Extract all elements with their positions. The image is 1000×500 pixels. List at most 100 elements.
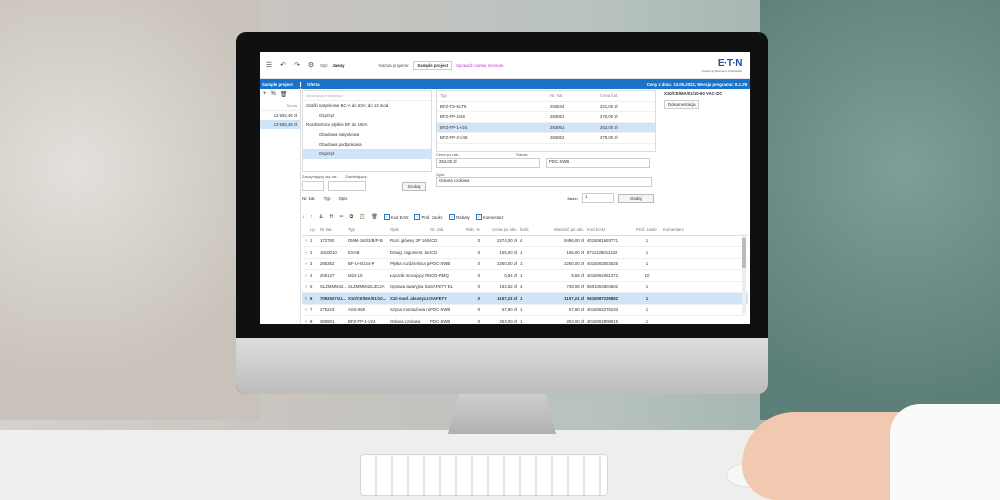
table-cell[interactable]: 1 bbox=[520, 261, 544, 266]
delete-row-icon[interactable]: × bbox=[302, 307, 310, 312]
checkbox-icon: ✓ bbox=[475, 214, 482, 220]
move-up-icon[interactable]: ↑ bbox=[311, 214, 314, 220]
tree-item[interactable]: Szafki natynkowe BC-A do 63A; do 13 mod. bbox=[303, 101, 431, 111]
cell: 293634 bbox=[550, 103, 565, 109]
table-row[interactable]: × 6 70925071U... X10/CE/MA/01/10... X10 mod.… bbox=[302, 293, 748, 305]
sleeve bbox=[890, 404, 1000, 500]
move-bottom-icon[interactable]: ⇊ bbox=[319, 214, 323, 220]
table-cell: 1 bbox=[645, 284, 649, 290]
qty-label: Ilość: bbox=[567, 195, 578, 201]
table-row[interactable]: ×4 206137 M22-L5 Łącznik mocujący RMQ-t...I… bbox=[302, 270, 748, 282]
product-row[interactable]: BFZ-FP-1+/24 283061 253,00 zł bbox=[437, 122, 655, 133]
table-row[interactable]: ×2 1810010 ESAB Dzwig. ragument. bezp. t...… bbox=[302, 247, 748, 259]
table-cell: 1 bbox=[645, 295, 649, 301]
delete-row-icon[interactable]: × bbox=[302, 319, 310, 324]
table-cell: 1 bbox=[645, 238, 649, 244]
tree-item[interactable]: Obudowa natynkowa bbox=[303, 130, 431, 140]
redo-icon[interactable]: ↷ bbox=[292, 60, 302, 70]
table-cell: 206137 bbox=[320, 272, 335, 278]
menu-icon[interactable]: ☰ bbox=[264, 60, 274, 70]
table-cell: X10/CE/MA/01/10... bbox=[348, 295, 387, 301]
tree-item[interactable]: Ozprzęt bbox=[303, 111, 431, 121]
delete-row-icon[interactable]: × bbox=[302, 296, 310, 301]
gear-icon[interactable]: ⚙ bbox=[306, 60, 316, 70]
starts-with-input[interactable] bbox=[302, 181, 324, 191]
check-comment[interactable]: ✓ Komentarz bbox=[475, 214, 504, 220]
sum-row[interactable]: 13 592,49 zł bbox=[260, 120, 300, 129]
product-row[interactable]: BFZ-FP-2+/48 283062 279,00 zł bbox=[437, 133, 655, 144]
check-rounding[interactable]: ✓ Prof. zaokr. bbox=[414, 214, 443, 220]
product-title: X10/CE/MA/01/10-60 VAC-DC bbox=[664, 91, 723, 96]
cell: BFZ-TS-KLT9 bbox=[440, 103, 467, 109]
table-cell: PDC-SWB bbox=[430, 261, 451, 267]
table-cell[interactable]: 1 bbox=[520, 250, 544, 255]
table-cell: 738,08 zł bbox=[566, 284, 584, 290]
table-cell[interactable]: 4 bbox=[520, 238, 544, 243]
product-form: Cena po rab.: Rabat: 253,00 zł PDC-SWB O… bbox=[436, 152, 654, 212]
delete-icon[interactable]: 🗑 bbox=[371, 214, 377, 220]
table-cell[interactable]: 1 bbox=[520, 273, 544, 278]
table-row[interactable]: × 8 280801 BFZ-FP-1+/24 Osłona czołowa PDC-SW… bbox=[302, 316, 748, 324]
add-icon[interactable]: + bbox=[263, 91, 267, 98]
radio-cat[interactable]: Nr. kat. bbox=[302, 196, 316, 201]
contains-label: Zawierający: bbox=[345, 174, 368, 179]
table-cell[interactable]: 4 bbox=[520, 284, 544, 289]
table-row[interactable]: ×7 275223 ASS-650 Szyna montażowa na do...P… bbox=[302, 305, 748, 316]
delete-row-icon[interactable]: × bbox=[302, 250, 310, 255]
grid-scrollbar[interactable] bbox=[742, 234, 746, 314]
delete-row-icon[interactable]: × bbox=[302, 261, 310, 266]
contains-input[interactable] bbox=[328, 181, 366, 191]
style-select[interactable]: Jasny bbox=[332, 63, 344, 68]
table-cell: 8,69 zł bbox=[571, 272, 584, 278]
tree-item[interactable]: Osprzęt bbox=[303, 148, 431, 159]
table-cell: Łącznik mocujący RMQ-t... bbox=[390, 272, 430, 278]
offer-tab[interactable]: Oferta bbox=[301, 82, 320, 87]
table-cell[interactable]: 1 bbox=[520, 296, 544, 301]
percent-icon[interactable]: % bbox=[271, 91, 276, 98]
table-cell[interactable]: 1 bbox=[520, 307, 544, 312]
table-row[interactable]: × 5 SLZMMM42... SLZMMM42L3C2A Oprawa awaryjn… bbox=[302, 282, 748, 293]
logo-text: E·T·N bbox=[717, 57, 743, 69]
paste-icon[interactable]: 📋 bbox=[359, 214, 365, 220]
check-ean[interactable]: ✓ Kod EAN bbox=[383, 214, 408, 220]
product-row[interactable]: BFZ-TS-KLT9 293634 221,00 zł bbox=[437, 102, 655, 112]
table-cell: ICD-RMQ bbox=[430, 272, 449, 278]
table-cell: 253,00 zł bbox=[499, 318, 517, 324]
trash-icon[interactable]: 🗑 bbox=[280, 91, 288, 98]
product-row[interactable]: BFZ-FP-2/48 283061 275,00 zł bbox=[437, 112, 655, 123]
price-input[interactable]: 253,00 zł bbox=[436, 158, 540, 168]
project-name-input[interactable]: Sample project bbox=[413, 60, 453, 70]
delete-row-icon[interactable]: × bbox=[302, 284, 310, 289]
tree-search-input[interactable]: Wyszukaj produktów bbox=[303, 91, 431, 101]
discount-input[interactable]: PDC-SWB bbox=[546, 158, 650, 168]
table-cell: 285352 bbox=[320, 261, 335, 267]
qty-input[interactable]: 1 bbox=[582, 193, 614, 203]
copy-icon[interactable]: ⧉ bbox=[350, 214, 354, 220]
move-down-icon[interactable]: ↓ bbox=[302, 214, 305, 220]
sum-row[interactable]: 13 592,49 zł bbox=[260, 111, 300, 120]
table-row[interactable]: × 1 172780 DMM-160/3/B/P-B Rozł. główny 3P 1… bbox=[302, 236, 748, 247]
check-name-link[interactable]: Sprawdź nazwę nemeda bbox=[456, 63, 503, 68]
search-button[interactable]: Szukaj bbox=[402, 181, 426, 191]
table-cell: Szyna montażowa na do... bbox=[390, 307, 430, 313]
add-button[interactable]: Dodaj bbox=[618, 193, 654, 203]
delete-row-icon[interactable]: × bbox=[302, 273, 310, 278]
move-top-icon[interactable]: ⇈ bbox=[329, 214, 333, 220]
table-cell[interactable]: 1 bbox=[520, 319, 544, 324]
check-discounts[interactable]: ✓ Rabaty bbox=[449, 214, 470, 220]
tree-item[interactable]: Obudowa podtynkowa bbox=[303, 139, 431, 149]
radio-type[interactable]: Typ bbox=[324, 196, 331, 201]
cut-icon[interactable]: ✂ bbox=[339, 214, 343, 220]
table-row[interactable]: × 3 285352 BF-U-6/144-P Płytka rozdzielnica … bbox=[302, 259, 748, 270]
radio-desc[interactable]: Opis bbox=[339, 196, 348, 201]
project-label: Nazwa projektu: bbox=[378, 62, 410, 68]
col-header: Typ bbox=[348, 226, 355, 232]
documentation-button[interactable]: Dokumentacja bbox=[664, 100, 700, 109]
tree-item[interactable]: Rozdzielnice płytkie BF do 160A bbox=[303, 120, 431, 130]
undo-icon[interactable]: ↶ bbox=[278, 60, 288, 70]
table-cell: 5601064804502 bbox=[587, 284, 619, 290]
check-label: Komentarz bbox=[482, 214, 504, 220]
project-tab[interactable]: Sample project bbox=[260, 81, 301, 87]
delete-row-icon[interactable]: × bbox=[302, 238, 310, 243]
desc-input[interactable]: Osłona czołowa bbox=[436, 177, 652, 187]
